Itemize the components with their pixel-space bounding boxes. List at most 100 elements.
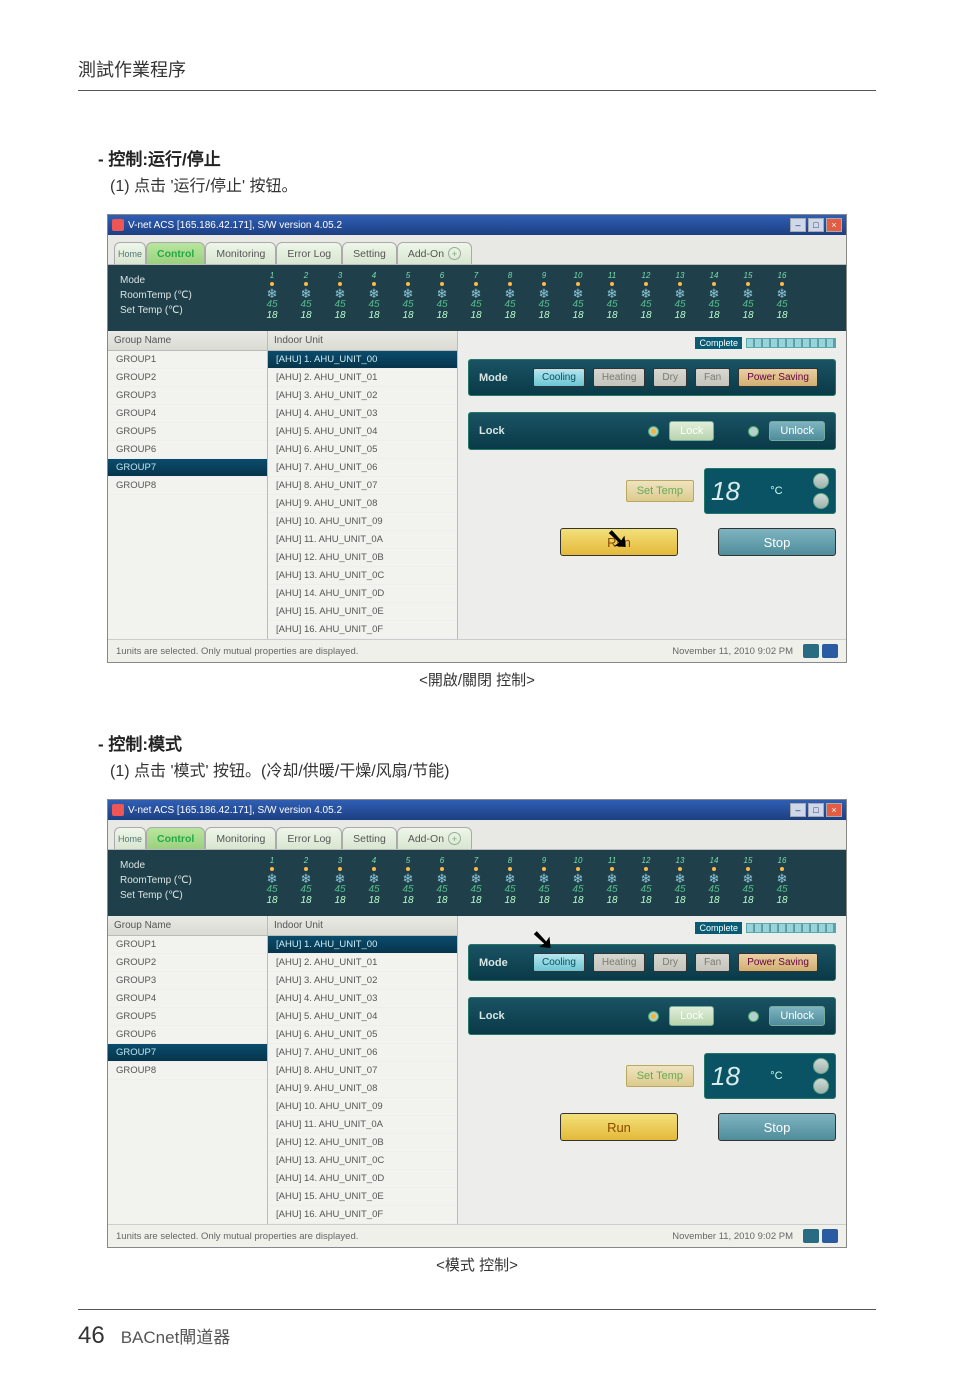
unit-row[interactable]: [AHU] 6. AHU_UNIT_05 xyxy=(268,441,457,459)
unit-row[interactable]: [AHU] 8. AHU_UNIT_07 xyxy=(268,1062,457,1080)
tab-addon[interactable]: Add-On+ xyxy=(397,242,472,264)
unit-row[interactable]: [AHU] 7. AHU_UNIT_06 xyxy=(268,1044,457,1062)
group-row[interactable]: GROUP7 xyxy=(108,459,267,477)
tab-monitoring[interactable]: Monitoring xyxy=(205,242,276,264)
unit-row[interactable]: [AHU] 12. AHU_UNIT_0B xyxy=(268,1134,457,1152)
unit-row[interactable]: [AHU] 16. AHU_UNIT_0F xyxy=(268,1206,457,1224)
tab-error-log[interactable]: Error Log xyxy=(276,827,342,849)
group-row[interactable]: GROUP2 xyxy=(108,369,267,387)
unit-row[interactable]: [AHU] 15. AHU_UNIT_0E xyxy=(268,603,457,621)
group-row[interactable]: GROUP8 xyxy=(108,477,267,495)
minimize-button[interactable]: – xyxy=(790,803,806,817)
unit-row[interactable]: [AHU] 13. AHU_UNIT_0C xyxy=(268,567,457,585)
unlock-radio[interactable] xyxy=(748,426,759,437)
stop-button[interactable]: Stop xyxy=(718,528,836,556)
unit-row[interactable]: [AHU] 2. AHU_UNIT_01 xyxy=(268,954,457,972)
group-row[interactable]: GROUP8 xyxy=(108,1062,267,1080)
stop-button[interactable]: Stop xyxy=(718,1113,836,1141)
group-row[interactable]: GROUP1 xyxy=(108,351,267,369)
unit-row[interactable]: [AHU] 10. AHU_UNIT_09 xyxy=(268,513,457,531)
unit-row[interactable]: [AHU] 9. AHU_UNIT_08 xyxy=(268,495,457,513)
unit-row[interactable]: [AHU] 4. AHU_UNIT_03 xyxy=(268,990,457,1008)
group-row[interactable]: GROUP6 xyxy=(108,1026,267,1044)
group-row[interactable]: GROUP6 xyxy=(108,441,267,459)
unit-row[interactable]: [AHU] 11. AHU_UNIT_0A xyxy=(268,1116,457,1134)
tab-addon[interactable]: Add-On+ xyxy=(397,827,472,849)
mode-fan-button[interactable]: Fan xyxy=(695,953,730,972)
temp-up-button[interactable] xyxy=(813,1058,829,1074)
mode-dry-button[interactable]: Dry xyxy=(653,953,687,972)
close-button[interactable]: × xyxy=(826,803,842,817)
set-temp-button[interactable]: Set Temp xyxy=(626,1065,694,1087)
maximize-button[interactable]: □ xyxy=(808,803,824,817)
temp-down-button[interactable] xyxy=(813,1078,829,1094)
mode-heating-button[interactable]: Heating xyxy=(593,953,645,972)
unit-row[interactable]: [AHU] 4. AHU_UNIT_03 xyxy=(268,405,457,423)
mode-fan-button[interactable]: Fan xyxy=(695,368,730,387)
lock-radio[interactable] xyxy=(648,426,659,437)
group-row[interactable]: GROUP2 xyxy=(108,954,267,972)
group-row[interactable]: GROUP7 xyxy=(108,1044,267,1062)
run-stop-row: Run Stop xyxy=(468,1113,836,1141)
plus-icon[interactable]: + xyxy=(448,832,461,845)
temp-up-button[interactable] xyxy=(813,473,829,489)
unit-row[interactable]: [AHU] 5. AHU_UNIT_04 xyxy=(268,1008,457,1026)
unit-row[interactable]: [AHU] 15. AHU_UNIT_0E xyxy=(268,1188,457,1206)
unit-row[interactable]: [AHU] 1. AHU_UNIT_00 xyxy=(268,936,457,954)
minimize-button[interactable]: – xyxy=(790,218,806,232)
temp-down-button[interactable] xyxy=(813,493,829,509)
lock-button[interactable]: Lock xyxy=(669,421,714,441)
unit-row[interactable]: [AHU] 7. AHU_UNIT_06 xyxy=(268,459,457,477)
group-row[interactable]: GROUP1 xyxy=(108,936,267,954)
unit-row[interactable]: [AHU] 14. AHU_UNIT_0D xyxy=(268,1170,457,1188)
tab-home[interactable]: Home xyxy=(114,827,146,849)
mode-heating-button[interactable]: Heating xyxy=(593,368,645,387)
unlock-button[interactable]: Unlock xyxy=(769,1006,825,1026)
mode-powersaving-button[interactable]: Power Saving xyxy=(738,953,818,972)
strip-unit-col: 16❄4518 xyxy=(768,271,796,321)
unit-row[interactable]: [AHU] 13. AHU_UNIT_0C xyxy=(268,1152,457,1170)
maximize-button[interactable]: □ xyxy=(808,218,824,232)
group-row[interactable]: GROUP5 xyxy=(108,1008,267,1026)
unit-row[interactable]: [AHU] 1. AHU_UNIT_00 xyxy=(268,351,457,369)
unlock-radio[interactable] xyxy=(748,1011,759,1022)
mode-dry-button[interactable]: Dry xyxy=(653,368,687,387)
tab-control[interactable]: Control xyxy=(146,827,205,849)
tab-home[interactable]: Home xyxy=(114,242,146,264)
group-row[interactable]: GROUP3 xyxy=(108,972,267,990)
mode-powersaving-button[interactable]: Power Saving xyxy=(738,368,818,387)
tab-control[interactable]: Control xyxy=(146,242,205,264)
unit-row[interactable]: [AHU] 10. AHU_UNIT_09 xyxy=(268,1098,457,1116)
unit-row[interactable]: [AHU] 3. AHU_UNIT_02 xyxy=(268,387,457,405)
strip-roomtemp-label: RoomTemp (℃) xyxy=(120,875,240,886)
group-row[interactable]: GROUP4 xyxy=(108,405,267,423)
run-button[interactable]: Run xyxy=(560,528,678,556)
tab-setting[interactable]: Setting xyxy=(342,827,397,849)
unit-row[interactable]: [AHU] 6. AHU_UNIT_05 xyxy=(268,1026,457,1044)
unit-row[interactable]: [AHU] 16. AHU_UNIT_0F xyxy=(268,621,457,639)
unit-row[interactable]: [AHU] 14. AHU_UNIT_0D xyxy=(268,585,457,603)
set-temp-button[interactable]: Set Temp xyxy=(626,480,694,502)
unit-row[interactable]: [AHU] 3. AHU_UNIT_02 xyxy=(268,972,457,990)
unit-row[interactable]: [AHU] 9. AHU_UNIT_08 xyxy=(268,1080,457,1098)
unit-row[interactable]: [AHU] 8. AHU_UNIT_07 xyxy=(268,477,457,495)
strip-settemp-label: Set Temp (℃) xyxy=(120,305,240,316)
mode-cooling-button[interactable]: Cooling xyxy=(533,368,585,387)
tab-error-log[interactable]: Error Log xyxy=(276,242,342,264)
tab-monitoring[interactable]: Monitoring xyxy=(205,827,276,849)
tab-setting[interactable]: Setting xyxy=(342,242,397,264)
group-row[interactable]: GROUP3 xyxy=(108,387,267,405)
unit-row[interactable]: [AHU] 5. AHU_UNIT_04 xyxy=(268,423,457,441)
unit-row[interactable]: [AHU] 2. AHU_UNIT_01 xyxy=(268,369,457,387)
unlock-button[interactable]: Unlock xyxy=(769,421,825,441)
lock-button[interactable]: Lock xyxy=(669,1006,714,1026)
unit-row[interactable]: [AHU] 11. AHU_UNIT_0A xyxy=(268,531,457,549)
group-row[interactable]: GROUP4 xyxy=(108,990,267,1008)
lock-radio[interactable] xyxy=(648,1011,659,1022)
group-row[interactable]: GROUP5 xyxy=(108,423,267,441)
plus-icon[interactable]: + xyxy=(448,247,461,260)
close-button[interactable]: × xyxy=(826,218,842,232)
run-button[interactable]: Run xyxy=(560,1113,678,1141)
unit-row[interactable]: [AHU] 12. AHU_UNIT_0B xyxy=(268,549,457,567)
mode-cooling-button[interactable]: Cooling xyxy=(533,953,585,972)
